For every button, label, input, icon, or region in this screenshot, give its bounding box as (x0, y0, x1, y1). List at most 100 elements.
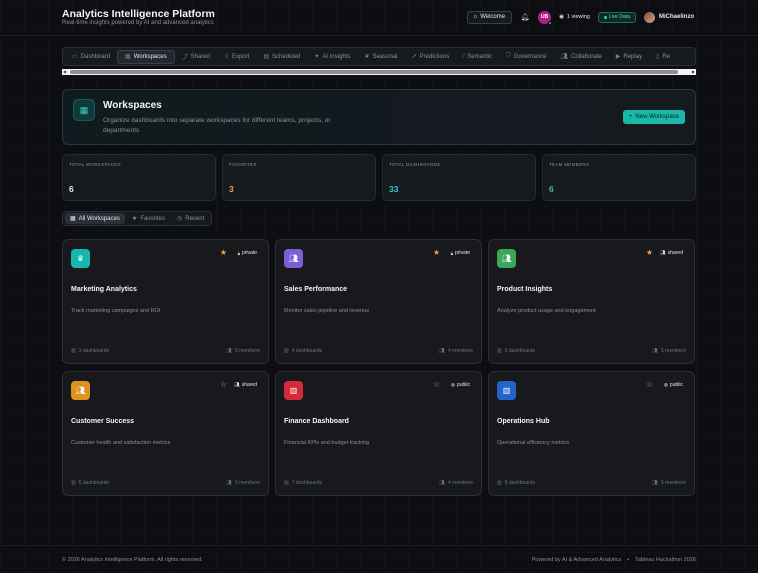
live-data-badge[interactable]: Live Data (597, 11, 636, 23)
tab-re[interactable]: ▯ Re (649, 50, 677, 64)
tab-scrollbar[interactable]: ◀ ▶ (62, 69, 696, 75)
online-indicator (548, 20, 553, 25)
clock-icon: ◷ (177, 216, 183, 222)
tab-shared[interactable]: ⤴ Shared (175, 50, 217, 64)
chart-icon: ▥ (71, 348, 76, 354)
tab-label: Dashboard (80, 53, 111, 60)
tab-dashboard[interactable]: ▭ Dashboard (65, 50, 117, 64)
workspace-card[interactable]: ♛ ★ 🔒︎ private Marketing Analytics Track mark… (62, 239, 269, 364)
member-count: 👥︎ 4 members (439, 480, 473, 486)
footer-right: Powered by AI & Advanced Analytics • Tab… (532, 557, 696, 563)
workspace-footer: ▥ 4 dashboards 👥︎ 4 members (284, 348, 473, 354)
dashboard-count: ▥ 6 dashboards (71, 480, 109, 486)
tab-governance[interactable]: ⛉ Governance (499, 50, 553, 64)
export-icon: ⇪ (223, 54, 230, 60)
member-count: 👥︎ 3 members (226, 348, 260, 354)
users-icon: 👥︎ (497, 249, 516, 268)
users-icon: 👥︎ (71, 381, 90, 400)
tab-label: Predictions (419, 53, 450, 60)
workspace-footer: ▥ 5 dashboards 👥︎ 5 members (497, 348, 686, 354)
tab-replay[interactable]: ▶ Replay (609, 50, 649, 64)
users-icon: 👥︎ (659, 250, 666, 255)
dashboard-count: ▥ 3 dashboards (71, 348, 109, 354)
scroll-right-icon[interactable]: ▶ (692, 69, 695, 75)
chart-icon: ▥ (284, 348, 289, 354)
workspace-footer: ▥ 7 dashboards 👥︎ 4 members (284, 480, 473, 486)
stat-label: FAVORITES (229, 162, 257, 167)
tab-collaborate[interactable]: 👥︎ Collaborate (553, 50, 608, 64)
visibility-badge: ◍ public (451, 382, 470, 388)
dashboard-count-label: 8 dashboards (504, 480, 536, 486)
dashboard-count: ▥ 8 dashboards (497, 480, 535, 486)
dashboard-count-label: 7 dashboards (291, 480, 323, 486)
chart-icon: ▥ (71, 480, 76, 486)
tab-predictions[interactable]: ↗ Predictions (405, 50, 457, 64)
tab-ai-insights[interactable]: ✦ AI Insights (307, 50, 357, 64)
filter-recent[interactable]: ◷ Recent (172, 213, 209, 224)
visibility-badge: 🔒︎ private (238, 250, 257, 256)
workspace-title: Product Insights (497, 286, 553, 293)
users-icon: 👥︎ (225, 348, 232, 354)
welcome-button[interactable]: ⌂ Welcome (466, 10, 513, 24)
stat-value: 3 (229, 184, 234, 194)
bell-icon[interactable]: 🔔︎ (520, 13, 530, 21)
workspace-card[interactable]: 👥︎ ★ 🔒︎ private Sales Performance Monitor sal… (275, 239, 482, 364)
user-menu[interactable]: MiChaelinzo (643, 11, 694, 23)
share-icon: ⤴ (181, 55, 188, 61)
filter-label: Recent (185, 215, 205, 222)
scroll-left-icon[interactable]: ◀ (63, 69, 66, 75)
welcome-label: Welcome (480, 14, 506, 20)
workspace-description: Customer health and satisfaction metrics (71, 440, 171, 446)
workspace-card[interactable]: ▥ ☆ ◍ public Finance Dashboard Financial KPIs… (275, 371, 482, 496)
scrollbar-thumb[interactable] (70, 70, 678, 74)
star-filled-icon[interactable]: ★ (433, 248, 440, 257)
workspace-card[interactable]: 👥︎ ☆ 👥︎ shared Customer Success Customer heal… (62, 371, 269, 496)
star-outline-icon[interactable]: ☆ (646, 380, 653, 389)
tab-scheduled[interactable]: ▤ Scheduled (256, 50, 307, 64)
star-outline-icon[interactable]: ☆ (220, 380, 227, 389)
tab-export[interactable]: ⇪ Export (217, 50, 256, 64)
stat-label: TOTAL DASHBOARDS (389, 162, 441, 167)
avatar[interactable]: UB (538, 10, 553, 25)
tab-semantic[interactable]: ⁄ Semantic (456, 50, 499, 64)
copyright: © 2026 Analytics Intelligence Platform. … (62, 557, 203, 563)
users-icon: 👥︎ (651, 348, 658, 354)
filter-all-workspaces[interactable]: ▦ All Workspaces (65, 213, 125, 224)
member-count: 👥︎ 5 members (652, 348, 686, 354)
page-footer: © 2026 Analytics Intelligence Platform. … (0, 545, 758, 573)
viewers-indicator: ◉ 1 viewing (559, 14, 590, 20)
workspace-card[interactable]: ▥ ☆ ◍ public Operations Hub Operational effic… (488, 371, 695, 496)
live-dot-icon (603, 15, 607, 19)
workspace-card[interactable]: 👥︎ ★ 👥︎ shared Product Insights Analyze produ… (488, 239, 695, 364)
new-workspace-button[interactable]: + New Workspace (622, 110, 685, 124)
globe-icon: ◍ (450, 382, 455, 387)
dashboard-count-label: 6 dashboards (78, 480, 110, 486)
member-count: 👥︎ 4 members (439, 348, 473, 354)
app-title: Analytics Intelligence Platform (62, 8, 215, 20)
users-icon: 👥︎ (284, 249, 303, 268)
user-avatar (643, 11, 655, 23)
star-filled-icon[interactable]: ★ (646, 248, 653, 257)
page-title: Workspaces (103, 100, 162, 111)
home-icon: ⌂ (473, 14, 478, 20)
filter-favorites[interactable]: ★ Favorites (127, 213, 170, 224)
stat-card: TOTAL DASHBOARDS 33 (382, 154, 536, 201)
crown-icon: ♛ (71, 249, 90, 268)
dashboard-count: ▥ 5 dashboards (497, 348, 535, 354)
dashboard-count-label: 3 dashboards (78, 348, 110, 354)
tab-label: Export (232, 53, 250, 60)
star-outline-icon[interactable]: ☆ (433, 380, 440, 389)
shield-icon: ⛉ (506, 53, 511, 59)
grid-icon: ▦ (73, 99, 95, 121)
leaf-icon: ❦ (364, 54, 370, 60)
filter-label: All Workspaces (78, 215, 120, 222)
star-filled-icon[interactable]: ★ (220, 248, 227, 257)
workspace-footer: ▥ 8 dashboards 👥︎ 5 members (497, 480, 686, 486)
grid-icon: ▦ (70, 216, 76, 222)
tab-label: AI Insights (322, 53, 351, 60)
tab-seasonal[interactable]: ❦ Seasonal (357, 50, 404, 64)
lock-icon: 🔒︎ (237, 250, 240, 256)
tab-workspaces[interactable]: ▦ Workspaces (117, 49, 175, 64)
workspace-footer: ▥ 3 dashboards 👥︎ 3 members (71, 348, 260, 354)
star-icon: ★ (131, 216, 138, 222)
